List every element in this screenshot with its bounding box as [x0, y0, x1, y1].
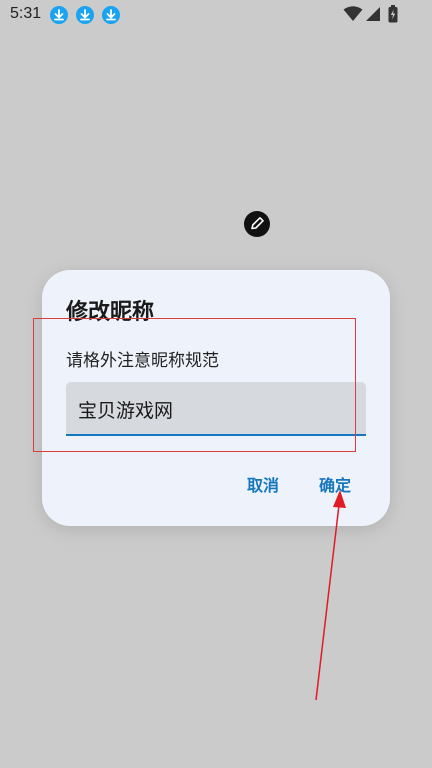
annotation-arrow — [315, 490, 346, 701]
